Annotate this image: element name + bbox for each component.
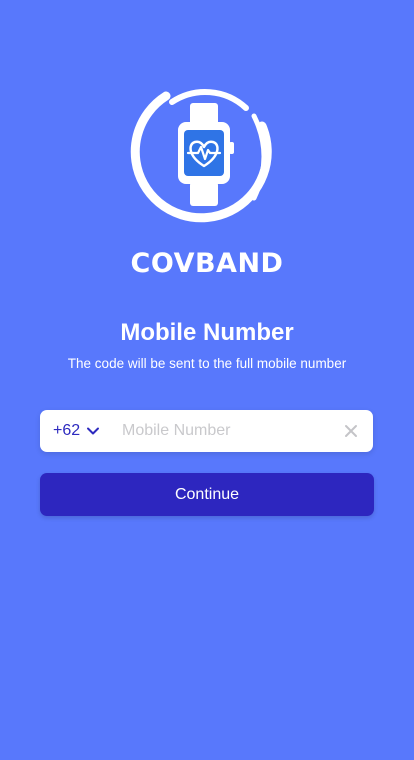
page-title: Mobile Number [120, 319, 294, 346]
brand-name: COVBAND [130, 248, 284, 279]
clear-icon[interactable] [343, 423, 359, 439]
chevron-down-icon [86, 426, 100, 436]
country-code-value: +62 [53, 422, 81, 439]
mobile-number-field: +62 [40, 410, 373, 452]
country-code-select[interactable]: +62 [53, 410, 100, 452]
mobile-number-input[interactable] [122, 410, 327, 452]
covband-logo [128, 86, 276, 230]
smartwatch-heartbeat-icon [130, 89, 272, 223]
page-subtitle: The code will be sent to the full mobile… [67, 356, 347, 371]
continue-button[interactable]: Continue [40, 473, 374, 516]
